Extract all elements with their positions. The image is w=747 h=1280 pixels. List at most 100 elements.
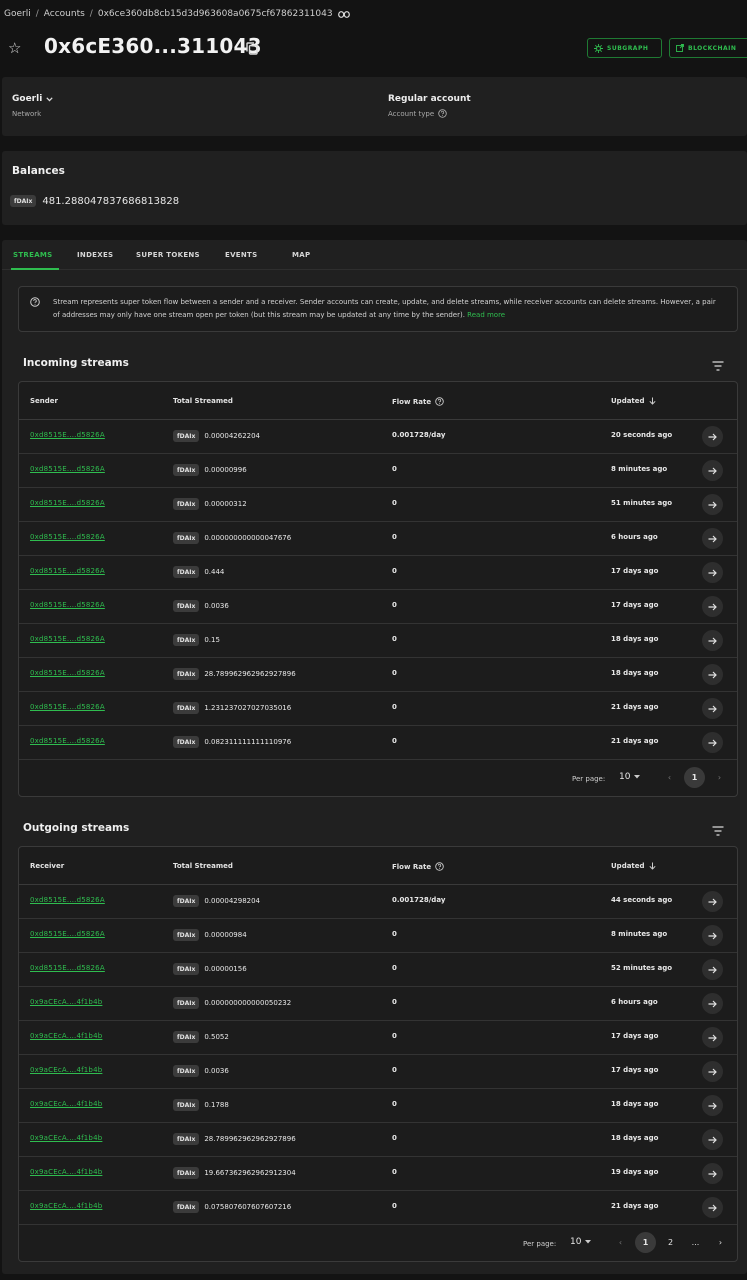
token-chip[interactable]: fDAIx [173, 702, 200, 714]
col-updated[interactable]: Updated [611, 862, 656, 870]
page-1-button[interactable]: 1 [684, 767, 705, 788]
star-icon[interactable]: ☆ [8, 39, 21, 57]
address-link[interactable]: 0xd8515E....d5826A [30, 703, 105, 711]
open-stream-button[interactable] [702, 426, 723, 447]
link-icon[interactable] [337, 10, 350, 18]
token-chip[interactable]: fDAIx [173, 1099, 200, 1111]
address-link[interactable]: 0xd8515E....d5826A [30, 499, 105, 507]
token-chip[interactable]: fDAIx [173, 1167, 200, 1179]
open-stream-button[interactable] [702, 596, 723, 617]
address-link[interactable]: 0x9aCEcA....4f1b4b [30, 1168, 102, 1176]
token-chip[interactable]: fDAIx [10, 195, 37, 207]
subgraph-button[interactable]: SUBGRAPH [587, 38, 662, 58]
open-stream-button[interactable] [702, 528, 723, 549]
prev-page-button[interactable]: ‹ [659, 767, 680, 788]
tab-map[interactable]: MAP [292, 251, 310, 259]
breadcrumb-accounts[interactable]: Accounts [44, 9, 85, 19]
address-link[interactable]: 0xd8515E....d5826A [30, 635, 105, 643]
table-row[interactable]: 0xd8515E....d5826A fDAIx 0.00000312 0 51 min… [19, 488, 737, 522]
open-stream-button[interactable] [702, 1027, 723, 1048]
table-row[interactable]: 0xd8515E....d5826A fDAIx 0.00000984 0 8 minu… [19, 919, 737, 953]
tab-super-tokens[interactable]: SUPER TOKENS [136, 251, 200, 259]
token-chip[interactable]: fDAIx [173, 498, 200, 510]
blockchain-button[interactable]: BLOCKCHAIN [669, 38, 747, 58]
read-more-link[interactable]: Read more [467, 311, 505, 319]
token-chip[interactable]: fDAIx [173, 929, 200, 941]
tab-events[interactable]: EVENTS [225, 251, 257, 259]
address-link[interactable]: 0x9aCEcA....4f1b4b [30, 1100, 102, 1108]
page-1-button[interactable]: 1 [635, 1232, 656, 1253]
table-row[interactable]: 0xd8515E....d5826A fDAIx 0.00000996 0 8 minu… [19, 454, 737, 488]
open-stream-button[interactable] [702, 664, 723, 685]
table-row[interactable]: 0xd8515E....d5826A fDAIx 0.082311111111110… [19, 726, 737, 760]
breadcrumb-network[interactable]: Goerli [4, 9, 31, 19]
table-row[interactable]: 0xd8515E....d5826A fDAIx 0.00000156 0 52 min… [19, 953, 737, 987]
address-link[interactable]: 0x9aCEcA....4f1b4b [30, 1066, 102, 1074]
network-selector[interactable]: Goerli [12, 94, 53, 104]
open-stream-button[interactable] [702, 1163, 723, 1184]
page-2-button[interactable]: 2 [660, 1232, 681, 1253]
next-page-button[interactable]: › [709, 767, 730, 788]
address-link[interactable]: 0x9aCEcA....4f1b4b [30, 998, 102, 1006]
filter-icon[interactable] [712, 361, 724, 371]
table-row[interactable]: 0xd8515E....d5826A fDAIx 0.0036 0 17 days ag… [19, 590, 737, 624]
help-icon[interactable] [435, 397, 444, 406]
table-row[interactable]: 0xd8515E....d5826A fDAIx 1.231237027027035… [19, 692, 737, 726]
open-stream-button[interactable] [702, 732, 723, 753]
address-link[interactable]: 0xd8515E....d5826A [30, 567, 105, 575]
open-stream-button[interactable] [702, 1095, 723, 1116]
table-row[interactable]: 0x9aCEcA....4f1b4b fDAIx 19.66736296296291… [19, 1157, 737, 1191]
table-row[interactable]: 0xd8515E....d5826A fDAIx 0.000000000000047… [19, 522, 737, 556]
token-chip[interactable]: fDAIx [173, 566, 200, 578]
token-chip[interactable]: fDAIx [173, 464, 200, 476]
col-updated[interactable]: Updated [611, 397, 656, 405]
address-link[interactable]: 0x9aCEcA....4f1b4b [30, 1202, 102, 1210]
open-stream-button[interactable] [702, 460, 723, 481]
tab-indexes[interactable]: INDEXES [77, 251, 113, 259]
address-link[interactable]: 0x9aCEcA....4f1b4b [30, 1032, 102, 1040]
token-chip[interactable]: fDAIx [173, 1031, 200, 1043]
address-link[interactable]: 0xd8515E....d5826A [30, 601, 105, 609]
address-link[interactable]: 0xd8515E....d5826A [30, 465, 105, 473]
address-link[interactable]: 0xd8515E....d5826A [30, 431, 105, 439]
address-link[interactable]: 0x9aCEcA....4f1b4b [30, 1134, 102, 1142]
address-link[interactable]: 0xd8515E....d5826A [30, 930, 105, 938]
table-row[interactable]: 0xd8515E....d5826A fDAIx 28.78996296296292… [19, 658, 737, 692]
token-chip[interactable]: fDAIx [173, 1201, 200, 1213]
address-link[interactable]: 0xd8515E....d5826A [30, 896, 105, 904]
open-stream-button[interactable] [702, 562, 723, 583]
table-row[interactable]: 0x9aCEcA....4f1b4b fDAIx 0.0036 0 17 days ag… [19, 1055, 737, 1089]
address-link[interactable]: 0xd8515E....d5826A [30, 737, 105, 745]
token-chip[interactable]: fDAIx [173, 997, 200, 1009]
per-page-select[interactable]: 10 [570, 1237, 592, 1247]
open-stream-button[interactable] [702, 1197, 723, 1218]
table-row[interactable]: 0xd8515E....d5826A fDAIx 0.444 0 17 days ago [19, 556, 737, 590]
help-icon[interactable] [438, 109, 447, 118]
open-stream-button[interactable] [702, 630, 723, 651]
token-chip[interactable]: fDAIx [173, 963, 200, 975]
address-link[interactable]: 0xd8515E....d5826A [30, 669, 105, 677]
filter-icon[interactable] [712, 826, 724, 836]
copy-icon[interactable] [246, 42, 258, 55]
token-chip[interactable]: fDAIx [173, 1133, 200, 1145]
token-chip[interactable]: fDAIx [173, 600, 200, 612]
table-row[interactable]: 0xd8515E....d5826A fDAIx 0.00004298204 0.00… [19, 885, 737, 919]
open-stream-button[interactable] [702, 959, 723, 980]
table-row[interactable]: 0x9aCEcA....4f1b4b fDAIx 0.5052 0 17 days ag… [19, 1021, 737, 1055]
help-icon[interactable] [435, 862, 444, 871]
table-row[interactable]: 0x9aCEcA....4f1b4b fDAIx 28.78996296296292… [19, 1123, 737, 1157]
token-chip[interactable]: fDAIx [173, 668, 200, 680]
open-stream-button[interactable] [702, 698, 723, 719]
address-link[interactable]: 0xd8515E....d5826A [30, 533, 105, 541]
table-row[interactable]: 0xd8515E....d5826A fDAIx 0.00004262204 0.00… [19, 420, 737, 454]
per-page-select[interactable]: 10 [619, 772, 641, 782]
open-stream-button[interactable] [702, 993, 723, 1014]
prev-page-button[interactable]: ‹ [610, 1232, 631, 1253]
table-row[interactable]: 0x9aCEcA....4f1b4b fDAIx 0.000000000000050… [19, 987, 737, 1021]
tab-streams[interactable]: STREAMS [13, 251, 53, 259]
token-chip[interactable]: fDAIx [173, 736, 200, 748]
token-chip[interactable]: fDAIx [173, 634, 200, 646]
address-link[interactable]: 0xd8515E....d5826A [30, 964, 105, 972]
open-stream-button[interactable] [702, 1129, 723, 1150]
open-stream-button[interactable] [702, 891, 723, 912]
